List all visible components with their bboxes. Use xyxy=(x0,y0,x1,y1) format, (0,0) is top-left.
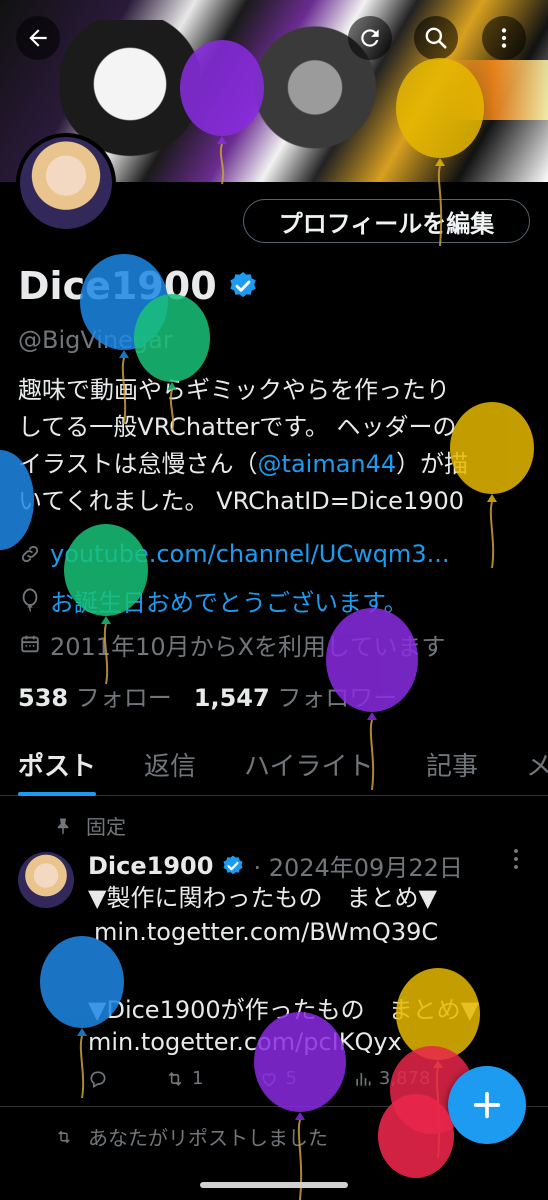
location-text: お誕生日おめでとうございます。 xyxy=(50,588,408,617)
tweet-more-icon[interactable] xyxy=(512,848,520,876)
tweet-avatar[interactable] xyxy=(18,852,74,908)
website-row: youtube.com/channel/UCwqm3... xyxy=(18,536,449,572)
compose-button[interactable] xyxy=(448,1066,526,1144)
pin-icon xyxy=(57,818,69,834)
search-button[interactable] xyxy=(414,16,458,60)
more-vertical-icon xyxy=(501,28,507,48)
views-icon xyxy=(356,1072,371,1086)
verified-badge-icon xyxy=(223,855,243,874)
refresh-icon xyxy=(361,29,379,47)
refresh-button[interactable] xyxy=(348,16,392,60)
profile-bio: 趣味で動画やらギミックやらを作ったり してる一般VRChatterです。 ヘッダ… xyxy=(18,372,538,520)
reply-icon xyxy=(90,1071,106,1088)
reply-button[interactable] xyxy=(88,1068,108,1089)
display-name: Dice1900 xyxy=(18,264,259,308)
joined-text: 2011年10月からXを利用しています xyxy=(50,632,446,661)
tab-media[interactable]: メ xyxy=(526,740,548,783)
website-link[interactable]: youtube.com/channel/UCwqm3... xyxy=(50,540,449,568)
profile-handle: @BigVinegar xyxy=(18,326,173,354)
tweet-link[interactable]: min.togetter.com/pcIKQyx xyxy=(88,1028,402,1056)
retweet-icon xyxy=(168,1071,182,1086)
calendar-icon xyxy=(18,632,42,656)
retweet-icon xyxy=(58,1130,70,1143)
balloon-icon xyxy=(18,588,42,612)
back-button[interactable] xyxy=(16,16,60,60)
bio-line: してる一般VRChatterです。 ヘッダーの xyxy=(18,413,457,441)
display-name-text: Dice1900 xyxy=(18,264,217,308)
profile-avatar[interactable] xyxy=(16,133,116,233)
bio-line: いてくれました。 VRChatID=Dice1900 xyxy=(18,487,465,515)
tab-highlights[interactable]: ハイライト xyxy=(244,740,373,783)
follow-stats: 538 フォロー 1,547 フォロワー xyxy=(18,678,397,713)
joined-row: 2011年10月からXを利用しています xyxy=(18,626,445,662)
followers-link[interactable]: 1,547 フォロワー xyxy=(194,678,398,713)
tab-replies[interactable]: 返信 xyxy=(144,740,196,783)
like-button[interactable]: 5 xyxy=(259,1068,297,1089)
repost-indicator: あなたがリポストしました xyxy=(54,1122,328,1151)
pinned-indicator: 固定 xyxy=(54,811,126,840)
verified-badge-icon[interactable] xyxy=(227,270,259,302)
tweet-text-line: ▼Dice1900が作ったもの まとめ▼ xyxy=(88,996,480,1024)
tweet-text-line: ▼製作に関わったもの まとめ▼ xyxy=(88,884,437,912)
views-button[interactable]: 3,878 xyxy=(353,1068,430,1089)
arrow-left-icon xyxy=(29,29,47,47)
tweet-author-name[interactable]: Dice1900 xyxy=(88,852,213,880)
tweet-link[interactable]: min.togetter.com/BWmQ39C xyxy=(94,918,438,946)
heart-icon xyxy=(262,1072,277,1087)
more-button[interactable] xyxy=(482,16,526,60)
mention-link[interactable]: @taiman44 xyxy=(258,450,397,478)
retweet-button[interactable]: 1 xyxy=(164,1068,203,1089)
bio-line: イラストは怠慢さん（@taiman44）が描 xyxy=(18,450,469,478)
location-row: お誕生日おめでとうございます。 xyxy=(18,582,408,618)
link-icon xyxy=(18,542,42,566)
tab-posts[interactable]: ポスト xyxy=(18,740,97,796)
plus-icon xyxy=(473,1091,501,1119)
search-icon xyxy=(425,27,447,49)
banner-art-flash xyxy=(440,60,548,120)
profile-tabs: ポスト 返信 ハイライト 記事 メ xyxy=(0,740,548,796)
bio-line: 趣味で動画やらギミックやらを作ったり xyxy=(18,376,450,404)
home-indicator[interactable] xyxy=(200,1182,348,1188)
tab-articles[interactable]: 記事 xyxy=(426,740,478,783)
edit-profile-button[interactable]: プロフィールを編集 xyxy=(243,199,530,243)
following-link[interactable]: 538 フォロー xyxy=(18,678,172,713)
